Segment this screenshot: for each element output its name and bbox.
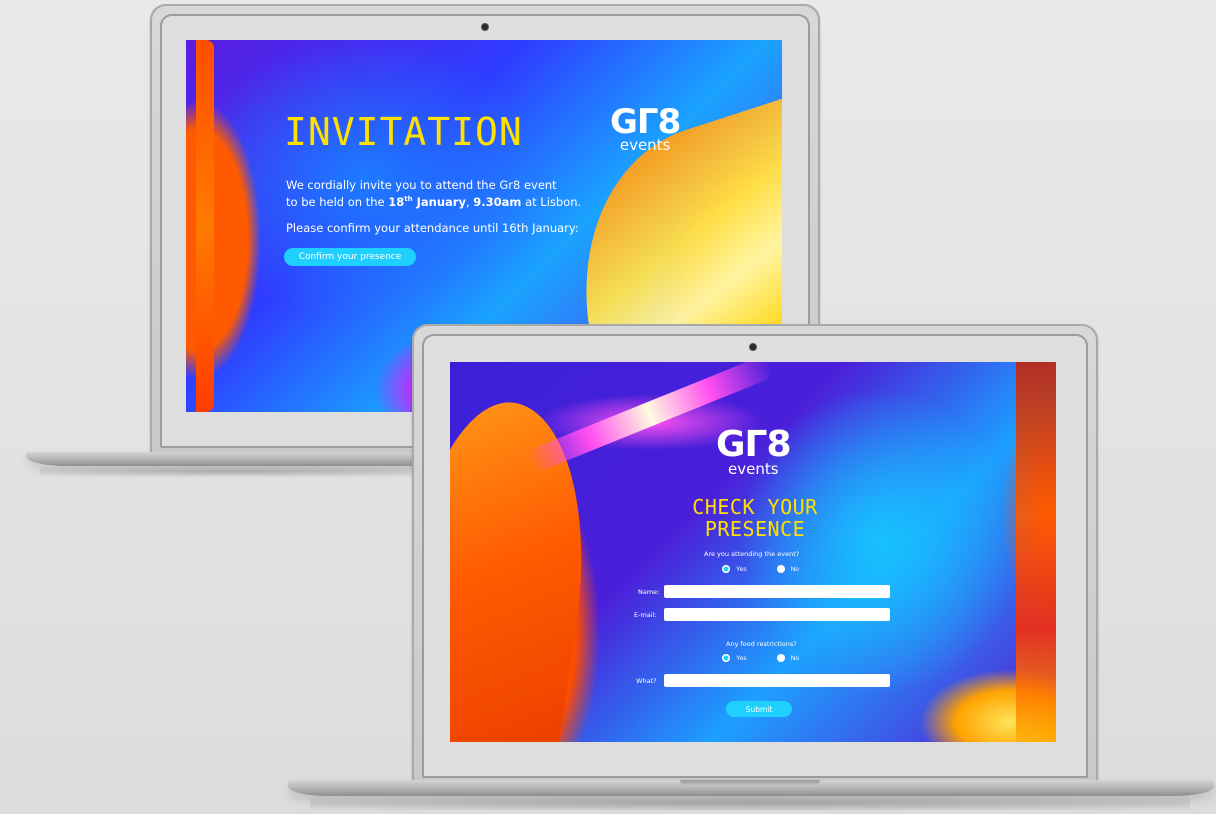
- laptop-back-shadow: [40, 466, 430, 476]
- food-yes-option[interactable]: Yes: [722, 654, 747, 662]
- what-label: What?: [636, 677, 657, 685]
- event-date-day: 18: [388, 194, 405, 209]
- orange-stripe-decoration: [196, 40, 214, 412]
- attending-question: Are you attending the event?: [704, 550, 800, 558]
- food-radio-group: Yes No: [722, 654, 799, 662]
- food-restrictions-question: Any food restrictions?: [726, 640, 797, 648]
- laptop-back-camera: [482, 24, 488, 30]
- food-restriction-input[interactable]: [664, 674, 890, 687]
- form-title: CHECK YOUR PRESENCE: [630, 496, 880, 540]
- invitation-message: We cordially invite you to attend the Gr…: [286, 178, 586, 209]
- radio-selected-icon[interactable]: [722, 654, 730, 662]
- radio-unselected-icon[interactable]: [776, 654, 785, 662]
- laptop-front-notch: [680, 780, 820, 786]
- gr8-logo-mark: GΓ8: [610, 102, 681, 142]
- invitation-title: INVITATION: [284, 110, 523, 154]
- email-input[interactable]: [664, 608, 890, 621]
- event-location: at Lisbon.: [521, 194, 582, 209]
- gr8-logo-subtitle: events: [619, 136, 671, 154]
- radio-selected-icon[interactable]: [722, 565, 730, 573]
- attending-radio-group: Yes No: [722, 565, 799, 573]
- laptop-front-camera: [750, 344, 756, 350]
- laptop-back-base: [26, 452, 446, 466]
- event-date-month: January: [412, 194, 466, 209]
- invitation-line-1: We cordially invite you to attend the Gr…: [286, 178, 557, 192]
- food-no-option[interactable]: No: [776, 654, 799, 662]
- food-no-label: No: [790, 654, 799, 662]
- submit-button[interactable]: Submit: [726, 701, 792, 717]
- name-label: Name:: [638, 588, 660, 596]
- email-label: E-mail:: [634, 611, 657, 619]
- event-time: 9.30am: [473, 194, 522, 209]
- attending-yes-label: Yes: [736, 565, 747, 573]
- gr8-events-logo: GΓ8 events: [610, 102, 681, 154]
- attending-yes-option[interactable]: Yes: [722, 565, 747, 573]
- food-yes-label: Yes: [736, 654, 747, 662]
- red-band-decoration: [1016, 362, 1056, 742]
- attending-no-option[interactable]: No: [776, 565, 799, 573]
- gr8-events-logo: GΓ8 events: [716, 424, 792, 477]
- gr8-logo-mark: GΓ8: [716, 424, 792, 465]
- confirm-presence-button[interactable]: Confirm your presence: [284, 248, 416, 266]
- laptop-front-shadow: [310, 796, 1190, 810]
- form-title-line-1: CHECK YOUR: [692, 495, 818, 519]
- invitation-line-2-prefix: to be held on the: [286, 194, 389, 209]
- confirm-deadline-text: Please confirm your attendance until 16t…: [286, 221, 579, 235]
- event-date-suffix: th: [404, 195, 413, 203]
- radio-unselected-icon[interactable]: [776, 565, 785, 573]
- name-input[interactable]: [664, 585, 890, 598]
- attending-no-label: No: [790, 565, 799, 573]
- form-title-line-2: PRESENCE: [704, 517, 806, 541]
- presence-form-screen: GΓ8 events CHECK YOUR PRESENCE Are you a…: [450, 362, 1056, 742]
